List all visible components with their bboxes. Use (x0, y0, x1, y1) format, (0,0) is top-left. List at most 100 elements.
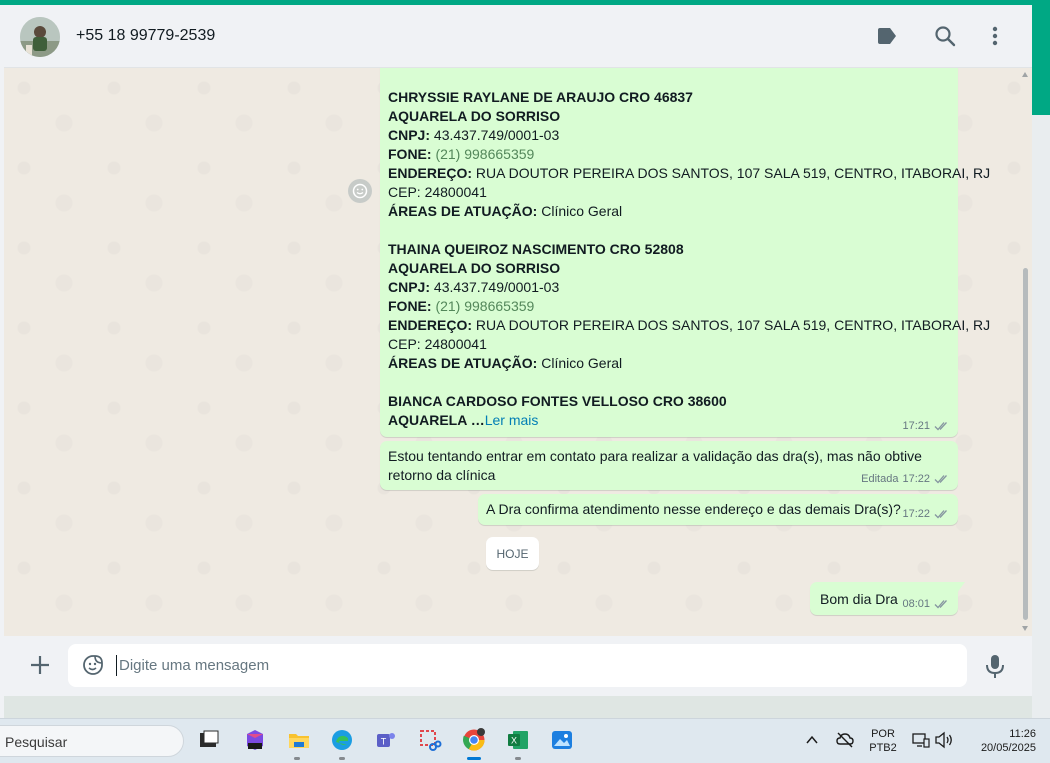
date-divider: HOJE (486, 537, 539, 570)
label-icon (878, 28, 896, 44)
double-check-icon (934, 600, 947, 609)
fone-label: FONE: (388, 146, 432, 162)
background-accent-strip (1032, 5, 1050, 115)
excel-icon[interactable]: X (506, 728, 530, 752)
phone-link[interactable]: (21) 998665359 (432, 298, 534, 314)
keyboard-layout: PTB2 (869, 742, 897, 754)
read-more-link[interactable]: Ler mais (485, 412, 539, 428)
chevron-up-icon[interactable] (806, 735, 818, 745)
clinic-name: AQUARELA DO SORRISO (388, 108, 561, 124)
contact-avatar[interactable] (20, 17, 60, 57)
text-caret (116, 655, 117, 676)
cep-value: CEP: 24800041 (388, 336, 487, 352)
edge-browser-icon[interactable] (330, 728, 354, 752)
speaker-icon[interactable] (934, 731, 954, 749)
chat-scrollbar[interactable] (1019, 68, 1032, 636)
cep-value: CEP: 24800041 (388, 184, 487, 200)
message-input[interactable]: Digite uma mensagem (68, 644, 967, 687)
task-view-icon[interactable] (197, 728, 221, 752)
double-check-icon (934, 475, 947, 484)
scroll-up-arrow[interactable] (1022, 72, 1028, 77)
cloud-off-icon[interactable] (836, 731, 854, 749)
double-check-icon (934, 510, 947, 519)
menu-button[interactable] (982, 23, 1008, 49)
chat-header: +55 18 99779-2539 (4, 5, 1032, 68)
scroll-down-arrow[interactable] (1022, 626, 1028, 631)
chrome-icon[interactable] (462, 728, 486, 752)
double-check-icon (934, 422, 947, 431)
message-bubble-outgoing[interactable]: A Dra confirma atendimento nesse endereç… (478, 494, 958, 525)
clock-time: 11:26 (1009, 728, 1036, 740)
areas-value: Clínico Geral (537, 355, 623, 371)
clock-date: 20/05/2025 (980, 742, 1036, 754)
taskbar-search[interactable]: Pesquisar (0, 725, 184, 757)
message-time: 08:01 (902, 598, 930, 610)
message-meta: Editada 17:22 (861, 473, 950, 485)
message-text: A Dra confirma atendimento nesse endereç… (486, 501, 901, 517)
clinic-name: AQUARELA DO SORRISO (388, 260, 561, 276)
sticker-smiley-icon (83, 655, 103, 675)
active-app-indicator (467, 757, 481, 760)
file-explorer-icon[interactable] (287, 728, 311, 752)
cnpj-value: 43.437.749/0001-03 (430, 127, 560, 143)
scroll-thumb[interactable] (1023, 268, 1028, 620)
dentist-name: THAINA QUEIROZ NASCIMENTO CRO 52808 (388, 241, 684, 257)
plus-icon (31, 656, 49, 674)
menu-icon (992, 26, 998, 46)
clock[interactable]: 11:26 20/05/2025 (966, 727, 1036, 755)
language-code: POR (871, 728, 895, 740)
chat-messages[interactable]: CHRYSSIE RAYLANE DE ARAUJO CRO 46837 AQU… (4, 68, 1032, 636)
react-emoji-button[interactable] (348, 179, 372, 203)
microphone-icon (986, 655, 1004, 678)
dentist-name: BIANCA CARDOSO FONTES VELLOSO CRO 38600 (388, 393, 727, 409)
message-time: 17:22 (902, 508, 930, 520)
message-meta: 17:22 (902, 508, 950, 520)
message-bubble-outgoing[interactable]: CHRYSSIE RAYLANE DE ARAUJO CRO 46837 AQU… (380, 68, 990, 437)
message-placeholder: Digite uma mensagem (119, 657, 270, 674)
message-text: Estou tentando entrar em contato para re… (388, 448, 922, 464)
message-meta: 08:01 (902, 598, 950, 610)
contact-name[interactable]: +55 18 99779-2539 (76, 27, 215, 45)
cnpj-label: CNPJ: (388, 279, 431, 295)
areas-label: ÁREAS DE ATUAÇÃO: (388, 203, 538, 219)
message-bubble-outgoing[interactable]: Bom dia Dra 08:01 (810, 582, 958, 615)
windows-taskbar: Pesquisar T X POR PTB2 11:26 20/05/2025 (0, 718, 1050, 763)
label-button[interactable] (874, 23, 900, 49)
network-monitor-icon[interactable] (912, 731, 930, 749)
phone-link[interactable]: (21) 998665359 (432, 146, 534, 162)
svg-text:T: T (381, 737, 387, 747)
avatar-image (20, 17, 60, 57)
search-icon (935, 26, 956, 47)
cnpj-value: 43.437.749/0001-03 (430, 279, 560, 295)
bubble-tail (957, 582, 965, 593)
areas-label: ÁREAS DE ATUAÇÃO: (388, 355, 538, 371)
running-app-indicator (339, 757, 345, 760)
cnpj-label: CNPJ: (388, 127, 431, 143)
running-app-indicator (294, 757, 300, 760)
snipping-tool-icon[interactable] (418, 728, 442, 752)
attach-button[interactable] (28, 653, 52, 677)
fone-label: FONE: (388, 298, 432, 314)
photos-app-icon[interactable] (550, 728, 574, 752)
address-value: RUA DOUTOR PEREIRA DOS SANTOS, 107 SALA … (472, 165, 991, 181)
teams-icon[interactable]: T (374, 728, 398, 752)
message-bubble-outgoing[interactable]: Estou tentando entrar em contato para re… (380, 441, 958, 490)
emoji-button[interactable] (82, 654, 104, 676)
language-indicator[interactable]: POR PTB2 (868, 727, 898, 755)
areas-value: Clínico Geral (537, 203, 623, 219)
address-label: ENDEREÇO: (388, 317, 473, 333)
message-time: 17:21 (902, 420, 930, 432)
address-value: RUA DOUTOR PEREIRA DOS SANTOS, 107 SALA … (472, 317, 991, 333)
message-time: 17:22 (902, 473, 930, 485)
smiley-icon (352, 183, 368, 199)
background-strip (1032, 115, 1050, 718)
address-label: ENDEREÇO: (388, 165, 473, 181)
search-button[interactable] (932, 23, 958, 49)
dentist-name: CHRYSSIE RAYLANE DE ARAUJO CRO 46837 (388, 89, 693, 105)
voice-message-button[interactable] (984, 653, 1006, 679)
running-app-indicator (515, 757, 521, 760)
edited-label: Editada (861, 473, 899, 485)
message-meta: 17:21 (902, 420, 950, 432)
microsoft-365-icon[interactable] (243, 728, 267, 752)
message-composer: Digite uma mensagem (4, 636, 1032, 696)
